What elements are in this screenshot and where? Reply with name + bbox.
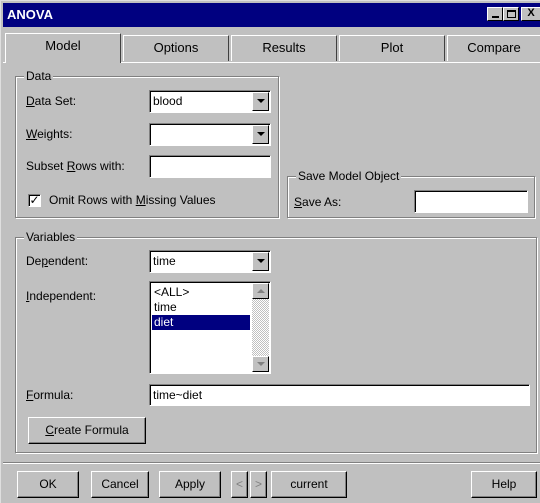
data-group-title: Data (24, 69, 54, 83)
minimize-icon (492, 16, 499, 18)
dependent-value: time (153, 254, 176, 268)
data-set-label: Data Set: (26, 94, 77, 108)
data-set-value: blood (153, 94, 183, 108)
close-icon: X (527, 7, 535, 19)
list-item-selected[interactable]: diet (152, 315, 250, 330)
arrow-right-icon: > (254, 477, 262, 491)
ok-button[interactable]: OK (17, 471, 79, 498)
help-button[interactable]: Help (471, 471, 537, 498)
data-set-dropdown-button[interactable] (252, 92, 269, 111)
variables-group: Variables Dependent: time Independent: <… (15, 230, 537, 453)
chevron-down-icon (257, 99, 265, 103)
save-as-label: Save As: (294, 195, 342, 209)
scroll-up-button[interactable] (252, 283, 269, 299)
anova-dialog: ANOVA X Model Options Results Plot Compa… (0, 0, 540, 503)
omit-missing-checkbox[interactable]: ✓ (28, 194, 41, 207)
variables-group-title: Variables (24, 230, 78, 244)
tab-results[interactable]: Results (231, 35, 337, 61)
weights-dropdown-button[interactable] (252, 125, 269, 144)
independent-listbox[interactable]: <ALL> time diet (149, 281, 271, 374)
window-title: ANOVA (7, 7, 53, 22)
tab-model[interactable]: Model (5, 33, 121, 63)
footer-divider (3, 462, 540, 464)
formula-label: Formula: (26, 388, 74, 402)
save-model-group: Save Model Object Save As: (287, 169, 535, 218)
maximize-button[interactable] (503, 7, 519, 21)
maximize-icon (507, 10, 516, 18)
subset-rows-input[interactable] (149, 155, 271, 178)
arrow-up-icon (257, 289, 265, 293)
list-item[interactable]: <ALL> (152, 285, 250, 300)
save-as-input[interactable] (414, 190, 528, 213)
independent-label: Independent: (26, 289, 97, 303)
formula-value: time~diet (153, 388, 203, 402)
current-button[interactable]: current (271, 471, 347, 498)
close-button[interactable]: X (521, 7, 540, 21)
previous-button[interactable]: < (231, 471, 248, 498)
cancel-button[interactable]: Cancel (91, 471, 149, 498)
dependent-dropdown[interactable]: time (149, 250, 271, 273)
tab-plot[interactable]: Plot (339, 35, 445, 61)
dependent-label: Dependent: (26, 254, 89, 268)
subset-rows-label: Subset Rows with: (26, 159, 125, 173)
minimize-button[interactable] (487, 7, 503, 21)
tab-strip: Model Options Results Plot Compare (3, 33, 540, 63)
save-model-group-title: Save Model Object (296, 169, 402, 183)
next-button[interactable]: > (250, 471, 267, 498)
tab-compare[interactable]: Compare (447, 35, 540, 61)
arrow-down-icon (257, 362, 265, 366)
dependent-dropdown-button[interactable] (252, 252, 269, 271)
scroll-down-button[interactable] (252, 356, 269, 372)
omit-missing-label[interactable]: Omit Rows with Missing Values (49, 192, 216, 208)
create-formula-button[interactable]: Create Formula (28, 417, 146, 444)
list-item[interactable]: time (152, 300, 250, 315)
apply-button[interactable]: Apply (159, 471, 221, 498)
independent-scrollbar[interactable] (252, 283, 269, 372)
title-bar[interactable]: ANOVA X (3, 3, 540, 27)
weights-label: Weights: (26, 127, 73, 141)
chevron-down-icon (257, 132, 265, 136)
data-set-dropdown[interactable]: blood (149, 90, 271, 113)
formula-input[interactable]: time~diet (149, 384, 530, 406)
arrow-left-icon: < (235, 477, 243, 491)
checkmark-icon: ✓ (29, 193, 40, 207)
chevron-down-icon (257, 259, 265, 263)
weights-dropdown[interactable] (149, 123, 271, 146)
tab-options[interactable]: Options (123, 35, 229, 61)
data-group: Data Data Set: blood Weights: Subset Row… (15, 69, 279, 218)
